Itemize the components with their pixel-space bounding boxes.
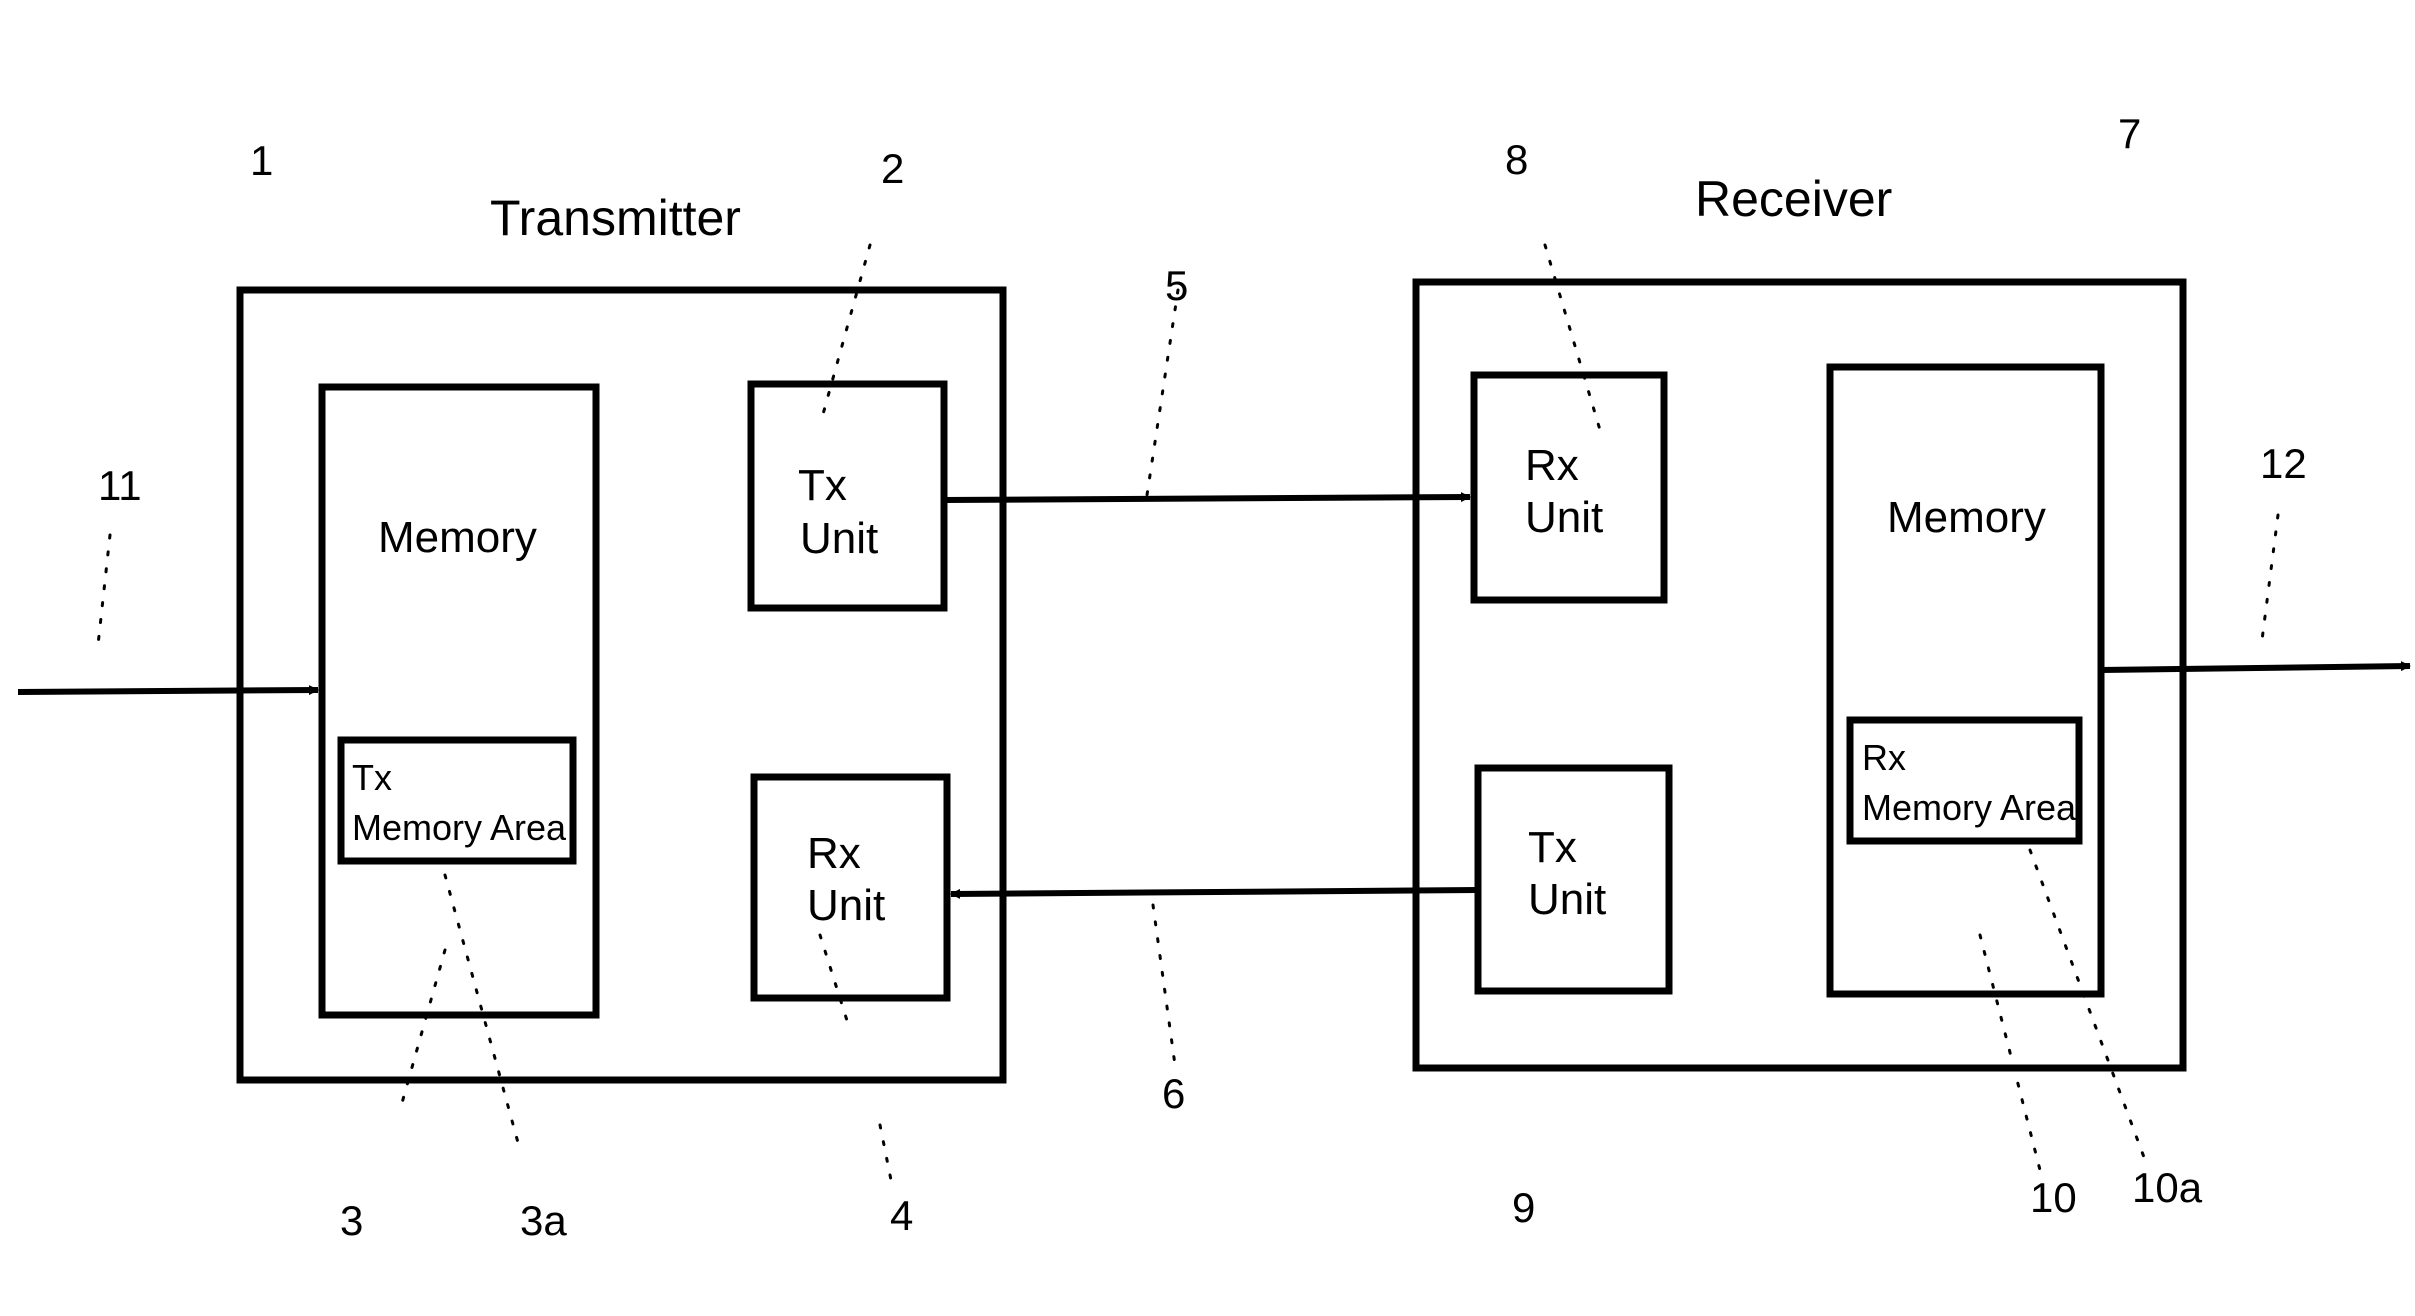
ref-label-3a: 3a [520, 1197, 567, 1244]
reverse-link-arrow [950, 887, 1479, 899]
input-arrow [17, 685, 319, 696]
block-diagram: Transmitter 1 Memory Tx Memory Area Tx U… [17, 110, 2411, 1244]
receiver-outline [1412, 278, 2187, 1072]
receiver-tx-unit-line1: Tx [1528, 823, 1577, 872]
transmitter-tx-unit [747, 380, 948, 612]
transmitter-rx-unit-line1: Rx [807, 829, 861, 878]
ref-label-10a: 10a [2132, 1164, 2203, 1211]
leader-line-6 [1151, 903, 1177, 1067]
ref-label-11: 11 [98, 462, 142, 509]
receiver-memory [1826, 363, 2105, 998]
ref-label-2: 2 [881, 145, 904, 192]
transmitter-memory-label: Memory [378, 513, 537, 562]
ref-label-1: 1 [250, 137, 273, 184]
leader-line-5 [1145, 288, 1180, 497]
transmitter-tx-unit-line1: Tx [798, 461, 847, 510]
leader-line-2 [818, 243, 872, 427]
receiver-tx-unit-line2: Unit [1528, 875, 1606, 924]
output-arrow [2100, 661, 2411, 673]
receiver-memory-label: Memory [1887, 493, 2046, 542]
ref-label-9: 9 [1512, 1184, 1535, 1231]
rx-memory-area-line2: Memory Area [1862, 787, 2077, 828]
receiver-block: Receiver 7 Rx Unit Tx Unit Memory Rx Mem… [1412, 110, 2187, 1072]
ref-label-3: 3 [340, 1197, 363, 1244]
ref-label-10: 10 [2030, 1174, 2077, 1221]
tx-memory-area-line1: Tx [352, 757, 392, 798]
ref-label-6: 6 [1162, 1070, 1185, 1117]
leader-line-10 [1978, 933, 2042, 1172]
ref-label-4: 4 [890, 1192, 913, 1239]
receiver-rx-unit-line2: Unit [1525, 493, 1603, 542]
transmitter-title: Transmitter [490, 190, 741, 246]
ref-label-12: 12 [2260, 440, 2307, 487]
transmitter-rx-unit-line2: Unit [807, 881, 885, 930]
receiver-rx-unit-line1: Rx [1525, 441, 1579, 490]
leader-line-4 [818, 933, 895, 1192]
leader-line-8 [1543, 243, 1602, 432]
leader-line-10a [2028, 848, 2147, 1162]
transmitter-block: Transmitter 1 Memory Tx Memory Area Tx U… [236, 137, 1007, 1084]
tx-memory-area-line2: Memory Area [352, 807, 567, 848]
receiver-title: Receiver [1695, 171, 1892, 227]
rx-memory-area-line1: Rx [1862, 737, 1906, 778]
transmitter-outline [236, 286, 1007, 1084]
ref-label-7: 7 [2118, 110, 2141, 157]
forward-link-arrow [943, 492, 1471, 503]
ref-label-5: 5 [1165, 262, 1188, 309]
leader-line-3 [398, 948, 447, 1112]
leader-line-11 [96, 533, 112, 647]
transmitter-tx-unit-line2: Unit [800, 514, 878, 563]
leader-line-12 [2260, 513, 2280, 642]
transmitter-memory [318, 383, 600, 1019]
ref-label-8: 8 [1505, 136, 1528, 183]
